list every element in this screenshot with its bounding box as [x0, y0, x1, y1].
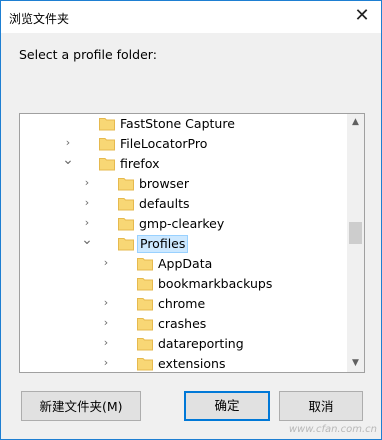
tree-row[interactable]: ⌄ firefox — [20, 153, 347, 174]
chevron-right-icon[interactable]: › — [62, 137, 74, 149]
chevron-right-icon[interactable]: › — [100, 257, 112, 269]
chevron-right-icon[interactable]: › — [100, 337, 112, 349]
tree-item-label[interactable]: datareporting — [156, 336, 246, 352]
chevron-right-icon[interactable]: › — [81, 197, 93, 209]
chevron-right-icon[interactable]: › — [100, 317, 112, 329]
new-folder-button[interactable]: 新建文件夹(M) — [21, 391, 141, 421]
browse-folder-dialog: 浏览文件夹 ✕ Select a profile folder: FastSto… — [0, 0, 382, 440]
tree-row[interactable]: › datareporting — [20, 334, 347, 354]
tree-item-label[interactable]: AppData — [156, 256, 214, 272]
folder-icon — [99, 116, 115, 131]
tree-rows: FastStone Capture › FileLocatorPro ⌄ firefox… — [20, 114, 347, 372]
tree-row[interactable]: › crashes — [20, 314, 347, 334]
folder-icon — [118, 176, 134, 191]
tree-item-label[interactable]: crashes — [156, 316, 208, 332]
tree-row[interactable]: › FileLocatorPro — [20, 134, 347, 154]
vertical-scrollbar[interactable]: ▲ ▼ — [347, 114, 364, 372]
chevron-down-icon[interactable]: ⌄ — [62, 153, 74, 167]
ok-button[interactable]: 确定 — [184, 391, 270, 421]
folder-icon — [137, 296, 153, 311]
scroll-thumb[interactable] — [349, 222, 362, 244]
folder-icon — [118, 236, 134, 251]
tree-row[interactable]: ⌄ Profiles — [20, 233, 347, 254]
title-bar: 浏览文件夹 ✕ — [1, 1, 381, 33]
folder-icon — [118, 196, 134, 211]
tree-row[interactable]: › browser — [20, 174, 347, 194]
tree-item-label[interactable]: extensions — [156, 356, 227, 372]
folder-icon — [137, 356, 153, 371]
tree-row[interactable]: › AppData — [20, 254, 347, 274]
scroll-down-icon[interactable]: ▼ — [347, 355, 364, 372]
cancel-button[interactable]: 取消 — [279, 391, 363, 421]
prompt-label: Select a profile folder: — [19, 47, 157, 62]
folder-icon — [137, 336, 153, 351]
tree-item-label[interactable]: chrome — [156, 296, 207, 312]
tree-item-label[interactable]: Profiles — [137, 235, 189, 253]
tree-row[interactable]: › chrome — [20, 294, 347, 314]
tree-row[interactable]: bookmarkbackups — [20, 274, 347, 294]
tree-row[interactable]: › gmp-clearkey — [20, 214, 347, 234]
folder-icon — [137, 276, 153, 291]
chevron-right-icon[interactable]: › — [81, 177, 93, 189]
chevron-right-icon[interactable]: › — [81, 217, 93, 229]
scroll-up-icon[interactable]: ▲ — [347, 114, 364, 131]
tree-row[interactable]: › extensions — [20, 354, 347, 372]
tree-item-label[interactable]: browser — [137, 176, 191, 192]
watermark: www.cfan.com.cn — [288, 424, 377, 435]
folder-icon — [118, 216, 134, 231]
folder-icon — [99, 136, 115, 151]
chevron-right-icon[interactable]: › — [100, 297, 112, 309]
folder-icon — [99, 156, 115, 171]
dialog-title: 浏览文件夹 — [9, 12, 70, 26]
folder-icon — [137, 256, 153, 271]
tree-item-label[interactable]: FastStone Capture — [118, 116, 237, 132]
tree-item-label[interactable]: defaults — [137, 196, 192, 212]
close-icon[interactable]: ✕ — [349, 5, 375, 29]
chevron-right-icon[interactable]: › — [100, 357, 112, 369]
tree-item-label[interactable]: firefox — [118, 156, 162, 172]
tree-row[interactable]: › defaults — [20, 194, 347, 214]
tree-item-label[interactable]: gmp-clearkey — [137, 216, 226, 232]
tree-item-label[interactable]: FileLocatorPro — [118, 136, 209, 152]
folder-tree[interactable]: FastStone Capture › FileLocatorPro ⌄ firefox… — [19, 113, 365, 373]
tree-row[interactable]: FastStone Capture — [20, 114, 347, 134]
chevron-down-icon[interactable]: ⌄ — [81, 233, 93, 247]
tree-item-label[interactable]: bookmarkbackups — [156, 276, 274, 292]
folder-icon — [137, 316, 153, 331]
